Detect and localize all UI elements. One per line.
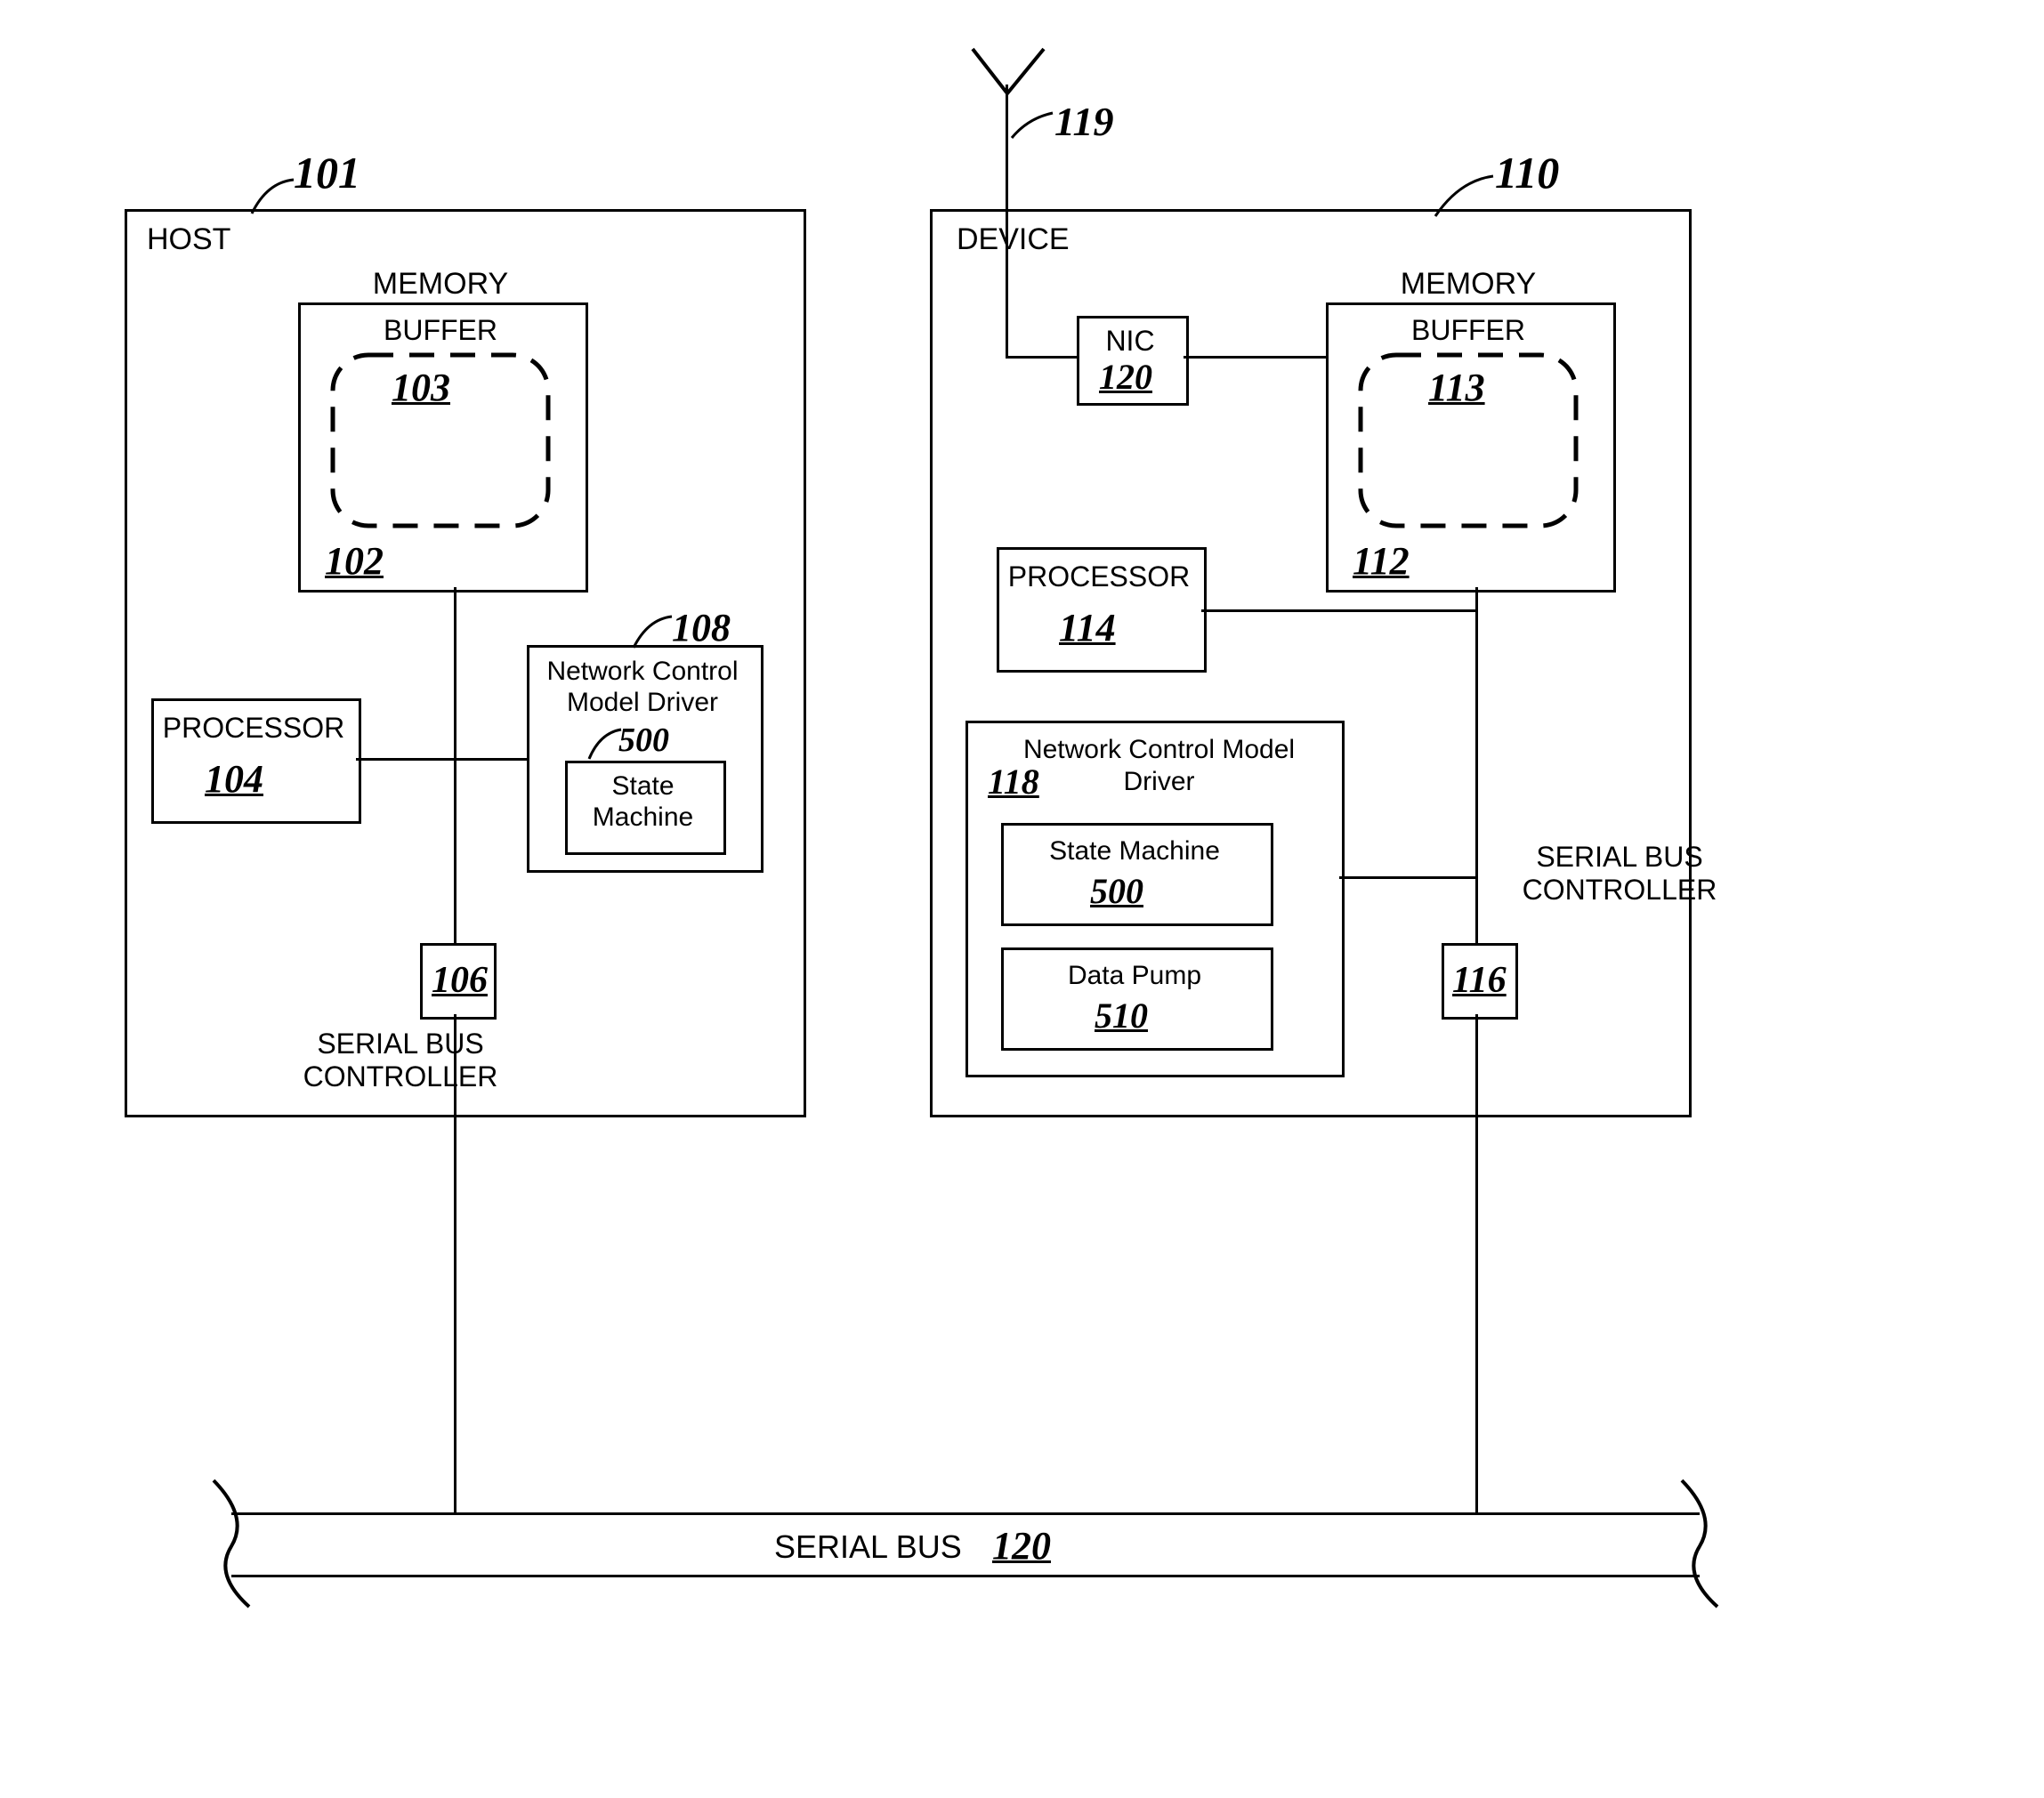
antenna-nic-horiz — [1006, 356, 1077, 359]
host-ref: 101 — [294, 147, 360, 198]
host-memory-title: MEMORY — [298, 267, 583, 302]
host-line-junction-driver — [454, 758, 527, 761]
host-ref-leader — [249, 178, 303, 222]
serial-bus-top — [231, 1512, 1700, 1515]
device-processor-title: PROCESSOR — [997, 560, 1201, 593]
host-memory-ref: 102 — [325, 538, 384, 584]
host-buffer-title: BUFFER — [329, 314, 552, 347]
device-sbc-title: SERIAL BUS CONTROLLER — [1513, 841, 1726, 907]
host-state-machine-title: State Machine — [565, 771, 721, 833]
device-data-pump-title: Data Pump — [1001, 961, 1268, 991]
antenna-ref-leader — [1010, 111, 1059, 142]
device-line-mem-trunk — [1475, 587, 1478, 943]
host-line-mem-down — [454, 587, 456, 943]
device-buffer-title: BUFFER — [1357, 314, 1579, 347]
device-memory-title: MEMORY — [1326, 267, 1611, 302]
device-ref: 110 — [1495, 147, 1559, 198]
host-line-sbc-bus — [454, 1014, 456, 1512]
device-buffer-ref: 113 — [1428, 365, 1485, 410]
device-state-machine-title: State Machine — [1001, 836, 1268, 867]
host-processor-ref: 104 — [205, 756, 263, 802]
device-state-machine-ref: 500 — [1090, 870, 1143, 912]
host-sbc-ref: 106 — [432, 959, 488, 1002]
host-driver-ref-leader — [632, 614, 681, 652]
serial-bus-title: SERIAL BUS — [774, 1528, 962, 1566]
device-line-nic-mem — [1184, 356, 1326, 359]
host-sbc-title: SERIAL BUS CONTROLLER — [267, 1028, 534, 1093]
serial-bus-ref: 120 — [992, 1523, 1051, 1568]
antenna-icon — [965, 44, 1050, 98]
device-processor-ref: 114 — [1059, 605, 1116, 650]
host-title: HOST — [147, 222, 230, 257]
serial-bus-left-cap — [196, 1477, 267, 1610]
antenna-mast — [1006, 85, 1008, 316]
device-data-pump-ref: 510 — [1095, 995, 1148, 1036]
nic-ref: 120 — [1099, 356, 1152, 398]
device-sbc-ref: 116 — [1452, 959, 1507, 1002]
host-buffer-ref: 103 — [392, 365, 450, 410]
nic-title: NIC — [1077, 325, 1184, 358]
serial-bus-right-cap — [1664, 1477, 1735, 1610]
host-driver-title: Network Control Model Driver — [527, 657, 758, 718]
device-ref-leader — [1433, 173, 1504, 222]
antenna-ref: 119 — [1054, 98, 1113, 145]
diagram-root: HOST 101 MEMORY 102 BUFFER 103 PROCESSOR… — [0, 0, 2044, 1798]
host-state-machine-ref-leader — [587, 728, 627, 763]
serial-bus-bottom — [231, 1575, 1700, 1577]
device-line-sbc-bus — [1475, 1014, 1478, 1512]
antenna-nic-vert — [1006, 316, 1008, 358]
host-processor-title: PROCESSOR — [151, 712, 356, 745]
device-memory-ref: 112 — [1353, 538, 1410, 584]
device-title: DEVICE — [957, 222, 1070, 257]
device-driver-ref: 118 — [988, 761, 1039, 802]
device-driver-title: Network Control Model Driver — [997, 734, 1321, 798]
device-line-proc-trunk — [1201, 609, 1477, 612]
device-line-driver-trunk — [1339, 876, 1477, 879]
